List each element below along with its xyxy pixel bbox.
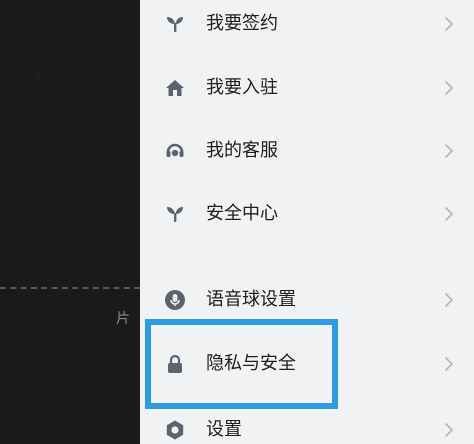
menu-item-join[interactable]: 我要入驻 [140, 68, 474, 108]
blurred-block [0, 0, 36, 80]
pixelated-block [84, 212, 106, 244]
blurred-block [104, 120, 140, 190]
dashed-divider [0, 287, 140, 289]
menu-item-label: 我要签约 [206, 13, 278, 34]
menu-item-customer-service[interactable]: 我的客服 [140, 131, 474, 171]
truncated-background-text: 片 [116, 311, 130, 327]
menu-item-voice-ball-settings[interactable]: 语音球设置 [140, 280, 474, 320]
dimmed-background[interactable]: 片 [0, 0, 140, 444]
blurred-block [0, 80, 40, 190]
chevron-right-icon [442, 355, 456, 373]
headset-icon [164, 140, 186, 162]
menu-item-settings[interactable]: 设置 [140, 410, 474, 444]
chevron-right-icon [442, 15, 456, 33]
screen: 片 我要签约 我要入驻 我的客服 安全中心 语音球设置 隐私与安全 设置 [0, 0, 474, 444]
blurred-block [36, 0, 94, 70]
menu-item-sign-up[interactable]: 我要签约 [140, 4, 474, 44]
pixelated-block [20, 212, 40, 244]
chevron-right-icon [442, 421, 456, 439]
gear-icon [164, 419, 186, 441]
house-icon [164, 77, 186, 99]
menu-item-label: 隐私与安全 [206, 353, 296, 374]
sprout-icon [164, 203, 186, 225]
menu-item-security-center[interactable]: 安全中心 [140, 194, 474, 234]
chevron-right-icon [442, 291, 456, 309]
chevron-right-icon [442, 79, 456, 97]
chevron-right-icon [442, 142, 456, 160]
blurred-tag [40, 312, 104, 342]
pixelated-block [106, 212, 140, 244]
menu-item-label: 安全中心 [206, 203, 278, 224]
lock-icon [164, 353, 186, 375]
side-drawer-menu: 我要签约 我要入驻 我的客服 安全中心 语音球设置 隐私与安全 设置 [140, 0, 474, 444]
pixelated-block [40, 212, 62, 244]
menu-item-label: 设置 [206, 419, 242, 440]
pixelated-block [62, 212, 84, 244]
blurred-thumbnail [12, 360, 88, 432]
microphone-icon [164, 289, 186, 311]
menu-item-label: 我要入驻 [206, 77, 278, 98]
menu-item-label: 语音球设置 [206, 289, 296, 310]
blurred-block [40, 70, 104, 190]
menu-item-privacy-security[interactable]: 隐私与安全 [140, 344, 474, 384]
sprout-icon [164, 13, 186, 35]
pixelated-block [0, 212, 20, 244]
chevron-right-icon [442, 205, 456, 223]
menu-item-label: 我的客服 [206, 140, 278, 161]
